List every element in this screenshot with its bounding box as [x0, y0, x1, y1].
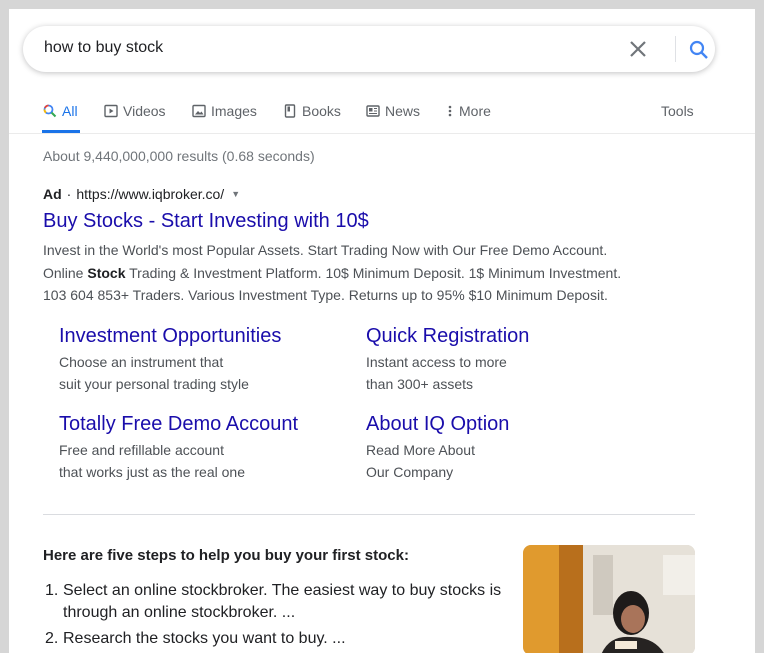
ad-url[interactable]: https://www.iqbroker.co/: [76, 186, 224, 202]
ad-desc-line: 103 604 853+ Traders. Various Investment…: [43, 287, 608, 303]
tab-books[interactable]: Books: [283, 103, 341, 119]
ad-desc-line: Invest in the World's most Popular Asset…: [43, 242, 608, 258]
search-results-page: how to buy stock All Videos Images Books…: [9, 9, 755, 653]
sitelink-desc: Free and refillable account that works j…: [59, 442, 245, 480]
active-tab-indicator: [42, 130, 80, 133]
sitelink-title[interactable]: Investment Opportunities: [59, 325, 281, 348]
sitelink-title[interactable]: Quick Registration: [366, 325, 529, 348]
tools-label: Tools: [661, 103, 694, 119]
list-item: 2. Research the stocks you want to buy. …: [43, 628, 509, 650]
ad-description: Invest in the World's most Popular Asset…: [43, 239, 683, 307]
sitelink-desc: Instant access to more than 300+ assets: [366, 354, 507, 392]
video-icon: [104, 104, 118, 118]
step-number: 2.: [45, 630, 59, 647]
search-tabs: All Videos Images Books News More Tools: [9, 93, 755, 134]
tab-news-label: News: [385, 103, 421, 119]
sitelink: Quick Registration Instant access to mor…: [366, 325, 529, 395]
tab-images[interactable]: Images: [192, 103, 257, 119]
book-icon: [284, 104, 296, 118]
tab-all-label: All: [62, 103, 78, 119]
ad-separator: ·: [66, 186, 72, 202]
tab-all[interactable]: All: [43, 103, 78, 119]
ad-label: Ad: [43, 186, 62, 202]
results-stats: About 9,440,000,000 results (0.68 second…: [43, 148, 315, 164]
ad-title-link[interactable]: Buy Stocks - Start Investing with 10$: [43, 210, 369, 233]
search-bar[interactable]: how to buy stock: [23, 26, 715, 72]
tab-more-label: More: [459, 103, 491, 119]
search-icon: [43, 104, 57, 118]
search-icon[interactable]: [687, 38, 711, 62]
step-text: Research the stocks you want to buy. ...: [63, 630, 346, 647]
tab-videos-label: Videos: [123, 103, 166, 119]
sitelink-desc: Read More About Our Company: [366, 442, 475, 480]
snippet-heading: Here are five steps to help you buy your…: [43, 547, 409, 564]
sitelink-desc: Choose an instrument that suit your pers…: [59, 354, 249, 392]
sitelink-title[interactable]: Totally Free Demo Account: [59, 413, 298, 436]
section-divider: [43, 514, 695, 515]
search-divider: [675, 36, 676, 62]
more-vert-icon: [448, 105, 452, 117]
sitelink: Totally Free Demo Account Free and refil…: [59, 413, 298, 483]
sitelink: About IQ Option Read More About Our Comp…: [366, 413, 509, 483]
ad-keyword-bold: Stock: [87, 264, 126, 281]
search-input[interactable]: how to buy stock: [44, 39, 163, 57]
tab-news[interactable]: News: [366, 103, 420, 119]
snippet-steps: 1. Select an online stockbroker. The eas…: [43, 580, 509, 653]
image-icon: [192, 104, 206, 118]
newspaper-icon: [366, 105, 380, 117]
tab-books-label: Books: [302, 103, 341, 119]
sitelink-title[interactable]: About IQ Option: [366, 413, 509, 436]
tab-more[interactable]: More: [446, 103, 491, 119]
step-text: Select an online stockbroker. The easies…: [63, 582, 502, 621]
ad-desc-line: Online Stock Trading & Investment Platfo…: [43, 264, 622, 281]
step-number: 1.: [45, 582, 59, 599]
sitelink: Investment Opportunities Choose an instr…: [59, 325, 281, 395]
clear-icon[interactable]: [627, 38, 649, 60]
ad-header: Ad · https://www.iqbroker.co/ ▼: [43, 186, 240, 202]
tab-videos[interactable]: Videos: [104, 103, 166, 119]
caret-down-icon[interactable]: ▼: [231, 189, 240, 199]
snippet-image[interactable]: [523, 545, 695, 653]
tools-button[interactable]: Tools: [661, 103, 694, 119]
tab-images-label: Images: [211, 103, 257, 119]
list-item: 1. Select an online stockbroker. The eas…: [43, 580, 509, 624]
